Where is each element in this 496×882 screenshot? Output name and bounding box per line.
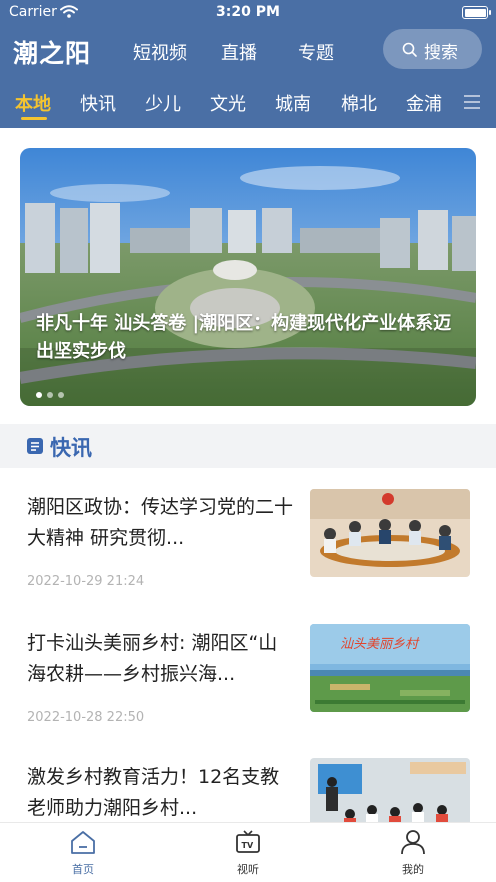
banner-caption: 非凡十年 汕头答卷 |潮阳区：构建现代化产业体系迈出坚实步伐 (36, 313, 452, 362)
tab-wenguang[interactable]: 文光 (210, 90, 246, 116)
channel-tabs: 本地 快讯 少儿 文光 城南 棉北 金浦 (0, 86, 496, 122)
news-title: 潮阳区政协：传达学习党的二十大精神 研究贯彻... (27, 496, 294, 549)
nav-short-video[interactable]: 短视频 (133, 39, 187, 65)
app-logo: 潮之阳 (13, 39, 92, 68)
tab-children[interactable]: 少儿 (145, 90, 181, 116)
news-title: 打卡汕头美丽乡村: 潮阳区“山海农耕——乡村振兴海... (27, 632, 278, 685)
tab-home-label: 首页 (72, 863, 94, 876)
user-icon (399, 830, 427, 859)
menu-icon[interactable] (463, 94, 481, 114)
tab-profile-label: 我的 (402, 863, 424, 876)
tab-chengnan[interactable]: 城南 (275, 90, 311, 116)
header: Carrier 3:20 PM 潮之阳 短视频 直播 专题 搜索 本地 快讯 少… (0, 0, 496, 128)
news-thumbnail: 汕头美丽乡村 (310, 624, 470, 712)
news-icon (26, 437, 44, 459)
tab-home[interactable]: 首页 (53, 829, 113, 877)
tv-icon: TV (234, 830, 262, 859)
carousel-dot[interactable] (36, 392, 42, 398)
svg-text:TV: TV (242, 841, 254, 850)
search-button[interactable]: 搜索 (383, 29, 482, 69)
app-bar: 潮之阳 短视频 直播 专题 搜索 (0, 28, 496, 72)
search-label: 搜索 (424, 43, 458, 63)
news-item[interactable]: 打卡汕头美丽乡村: 潮阳区“山海农耕——乡村振兴海... 2022-10-28 … (0, 624, 496, 758)
tab-profile[interactable]: 我的 (383, 829, 443, 877)
tab-mianbei[interactable]: 棉北 (341, 90, 377, 116)
news-thumbnail (310, 489, 470, 577)
battery-icon (462, 6, 491, 19)
news-date: 2022-10-29 21:24 (27, 574, 145, 589)
thumb-title-text: 汕头美丽乡村 (340, 637, 420, 652)
tab-local[interactable]: 本地 (15, 90, 51, 116)
news-date: 2022-10-28 22:50 (27, 710, 145, 725)
home-icon (69, 831, 97, 859)
section-header: 快讯 (0, 424, 496, 468)
carousel-dots (36, 383, 69, 402)
clock: 3:20 PM (216, 4, 280, 20)
active-tab-indicator (21, 117, 47, 120)
tab-media[interactable]: TV 视听 (218, 829, 278, 877)
search-icon (402, 42, 418, 63)
carousel-dot[interactable] (47, 392, 53, 398)
bottom-tab-bar: 首页 TV 视听 我的 (0, 822, 496, 882)
nav-topics[interactable]: 专题 (298, 39, 334, 65)
news-item[interactable]: 潮阳区政协：传达学习党的二十大精神 研究贯彻... 2022-10-29 21:… (0, 489, 496, 622)
nav-live[interactable]: 直播 (221, 39, 257, 65)
tab-jinpu[interactable]: 金浦 (406, 90, 442, 116)
banner-image (20, 148, 476, 406)
featured-banner[interactable]: 非凡十年 汕头答卷 |潮阳区：构建现代化产业体系迈出坚实步伐 (20, 148, 476, 406)
tab-media-label: 视听 (237, 863, 259, 876)
news-title: 激发乡村教育活力！12名支教老师助力潮阳乡村... (27, 766, 280, 819)
status-bar: Carrier 3:20 PM (0, 0, 496, 26)
section-title: 快讯 (50, 436, 92, 460)
carousel-dot[interactable] (58, 392, 64, 398)
tab-flash-news[interactable]: 快讯 (80, 90, 116, 116)
